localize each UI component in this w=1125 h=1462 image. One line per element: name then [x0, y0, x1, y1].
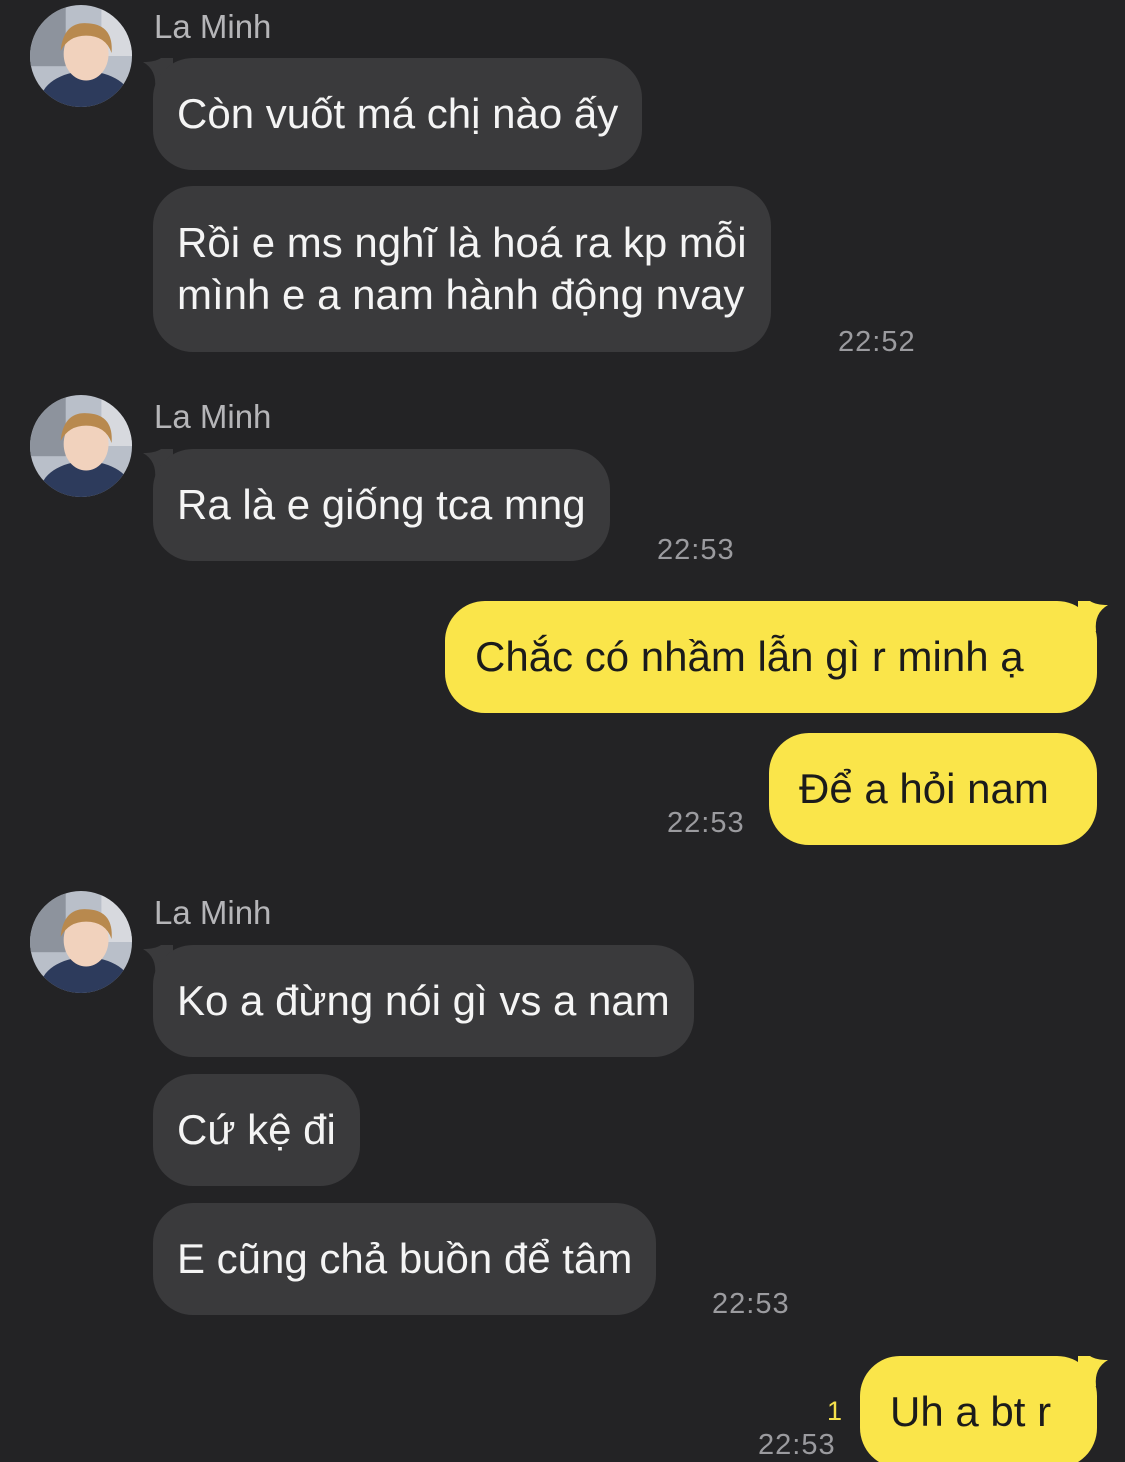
message-text: Ko a đừng nói gì vs a nam	[177, 977, 670, 1024]
message-timestamp: 22:53	[758, 1429, 836, 1461]
message-timestamp: 22:53	[657, 534, 735, 566]
sender-name: La Minh	[154, 398, 272, 435]
message-bubble-incoming[interactable]: E cũng chả buồn để tâm	[153, 1203, 657, 1315]
sender-name: La Minh	[154, 8, 272, 45]
message-bubble-outgoing[interactable]: Để a hỏi nam	[769, 733, 1097, 845]
avatar[interactable]	[30, 395, 132, 497]
message-text: Rồi e ms nghĩ là hoá ra kp mỗi	[177, 219, 747, 266]
avatar-photo-icon	[30, 395, 132, 497]
message-bubble-incoming[interactable]: Cứ kệ đi	[153, 1074, 360, 1186]
message-timestamp: 22:53	[712, 1288, 790, 1320]
message-text: Chắc có nhầm lẫn gì r minh ạ	[475, 633, 1024, 680]
message-text: Cứ kệ đi	[177, 1106, 336, 1153]
message-timestamp: 22:53	[667, 807, 745, 839]
message-bubble-incoming[interactable]: Ra là e giống tca mng	[153, 449, 610, 561]
message-text: Còn vuốt má chị nào ấy	[177, 90, 619, 137]
message-bubble-incoming[interactable]: Còn vuốt má chị nào ấy	[153, 58, 643, 170]
message-bubble-outgoing[interactable]: Uh a bt r	[860, 1356, 1097, 1462]
avatar-photo-icon	[30, 5, 132, 107]
message-bubble-outgoing[interactable]: Chắc có nhầm lẫn gì r minh ạ	[445, 601, 1097, 713]
message-text: Uh a bt r	[890, 1388, 1052, 1435]
avatar[interactable]	[30, 5, 132, 107]
message-text: Để a hỏi nam	[799, 765, 1049, 812]
unread-count: 1	[827, 1396, 843, 1426]
message-timestamp: 22:52	[838, 326, 916, 358]
message-text: Ra là e giống tca mng	[177, 481, 586, 528]
avatar[interactable]	[30, 891, 132, 993]
message-bubble-incoming[interactable]: Ko a đừng nói gì vs a nam	[153, 945, 694, 1057]
message-text: mình e a nam hành động nvay	[177, 271, 745, 318]
avatar-photo-icon	[30, 891, 132, 993]
sender-name: La Minh	[154, 894, 272, 931]
message-text: E cũng chả buồn để tâm	[177, 1235, 633, 1282]
message-bubble-incoming[interactable]: Rồi e ms nghĩ là hoá ra kp mỗi mình e a …	[153, 186, 771, 352]
